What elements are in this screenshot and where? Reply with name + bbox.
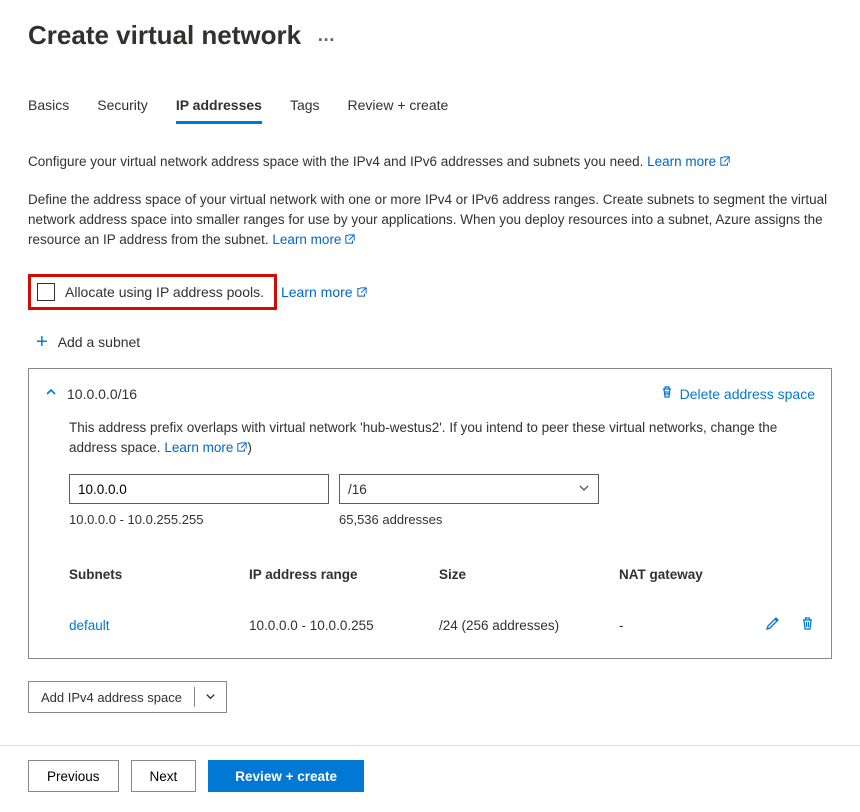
learn-more-link-1[interactable]: Learn more bbox=[647, 154, 730, 169]
add-subnet-label: Add a subnet bbox=[58, 334, 141, 350]
delete-subnet-button[interactable] bbox=[800, 616, 815, 634]
closing-paren: ) bbox=[247, 440, 252, 455]
chevron-down-icon[interactable] bbox=[195, 690, 226, 705]
address-space-cidr: 10.0.0.0/16 bbox=[67, 386, 660, 402]
allocate-pools-highlight: Allocate using IP address pools. bbox=[28, 274, 277, 310]
learn-more-text-3: Learn more bbox=[281, 284, 353, 300]
next-button[interactable]: Next bbox=[131, 760, 197, 792]
external-link-icon bbox=[237, 438, 247, 448]
plus-icon: + bbox=[36, 335, 48, 349]
more-menu-button[interactable]: … bbox=[317, 25, 335, 46]
tab-review-create[interactable]: Review + create bbox=[348, 91, 449, 124]
tab-ip-addresses[interactable]: IP addresses bbox=[176, 91, 262, 124]
subnet-nat: - bbox=[619, 618, 749, 633]
address-space-card: 10.0.0.0/16 Delete address space This ad… bbox=[28, 368, 832, 659]
overlap-warning: This address prefix overlaps with virtua… bbox=[69, 418, 815, 458]
expand-toggle-icon[interactable] bbox=[45, 386, 57, 401]
allocate-pools-checkbox[interactable] bbox=[37, 283, 55, 301]
subnet-table-headers: Subnets IP address range Size NAT gatewa… bbox=[69, 567, 815, 590]
tab-basics[interactable]: Basics bbox=[28, 91, 69, 124]
address-prefix-value: /16 bbox=[348, 482, 367, 497]
subnet-range: 10.0.0.0 - 10.0.0.255 bbox=[249, 618, 439, 633]
subnet-table: Subnets IP address range Size NAT gatewa… bbox=[69, 567, 815, 640]
col-header-size: Size bbox=[439, 567, 619, 582]
learn-more-link-3[interactable]: Learn more bbox=[281, 284, 367, 300]
col-header-subnets: Subnets bbox=[69, 567, 249, 582]
learn-more-link-4[interactable]: Learn more bbox=[164, 440, 247, 455]
delete-address-space-label: Delete address space bbox=[680, 386, 815, 402]
intro-paragraph-1: Configure your virtual network address s… bbox=[28, 152, 832, 172]
intro1-text: Configure your virtual network address s… bbox=[28, 154, 643, 169]
intro2-text: Define the address space of your virtual… bbox=[28, 192, 827, 247]
tabs-row: Basics Security IP addresses Tags Review… bbox=[28, 91, 832, 124]
learn-more-text-2: Learn more bbox=[272, 232, 341, 247]
learn-more-text-4: Learn more bbox=[164, 440, 233, 455]
address-prefix-select[interactable]: /16 bbox=[339, 474, 599, 504]
delete-address-space-button[interactable]: Delete address space bbox=[660, 385, 815, 402]
add-address-space-button[interactable]: Add IPv4 address space bbox=[28, 681, 227, 713]
footer-actions: Previous Next Review + create bbox=[0, 746, 860, 812]
add-subnet-button[interactable]: + Add a subnet bbox=[36, 334, 832, 350]
intro-paragraph-2: Define the address space of your virtual… bbox=[28, 190, 832, 250]
subnet-table-row: default 10.0.0.0 - 10.0.0.255 /24 (256 a… bbox=[69, 590, 815, 640]
edit-subnet-button[interactable] bbox=[765, 616, 780, 634]
col-header-nat: NAT gateway bbox=[619, 567, 749, 582]
col-header-range: IP address range bbox=[249, 567, 439, 582]
add-address-space-label: Add IPv4 address space bbox=[29, 690, 194, 705]
trash-icon bbox=[660, 385, 674, 402]
review-create-button[interactable]: Review + create bbox=[208, 760, 364, 792]
previous-button[interactable]: Previous bbox=[28, 760, 119, 792]
address-count-text: 65,536 addresses bbox=[339, 512, 442, 527]
address-ip-input[interactable] bbox=[69, 474, 329, 504]
subnet-size: /24 (256 addresses) bbox=[439, 618, 619, 633]
page-title-text: Create virtual network bbox=[28, 20, 301, 51]
learn-more-link-2[interactable]: Learn more bbox=[272, 232, 355, 247]
address-range-text: 10.0.0.0 - 10.0.255.255 bbox=[69, 512, 339, 527]
allocate-pools-label: Allocate using IP address pools. bbox=[65, 284, 264, 300]
address-range-row: 10.0.0.0 - 10.0.255.255 65,536 addresses bbox=[69, 512, 815, 527]
subnet-name-link[interactable]: default bbox=[69, 618, 110, 633]
external-link-icon bbox=[357, 284, 367, 294]
external-link-icon bbox=[720, 152, 730, 162]
external-link-icon bbox=[345, 230, 355, 240]
address-inputs-row: /16 bbox=[69, 474, 815, 504]
address-space-header: 10.0.0.0/16 Delete address space bbox=[45, 385, 815, 402]
chevron-down-icon bbox=[578, 482, 590, 497]
tab-security[interactable]: Security bbox=[97, 91, 148, 124]
page-title: Create virtual network … bbox=[28, 20, 832, 51]
learn-more-text-1: Learn more bbox=[647, 154, 716, 169]
tab-tags[interactable]: Tags bbox=[290, 91, 320, 124]
